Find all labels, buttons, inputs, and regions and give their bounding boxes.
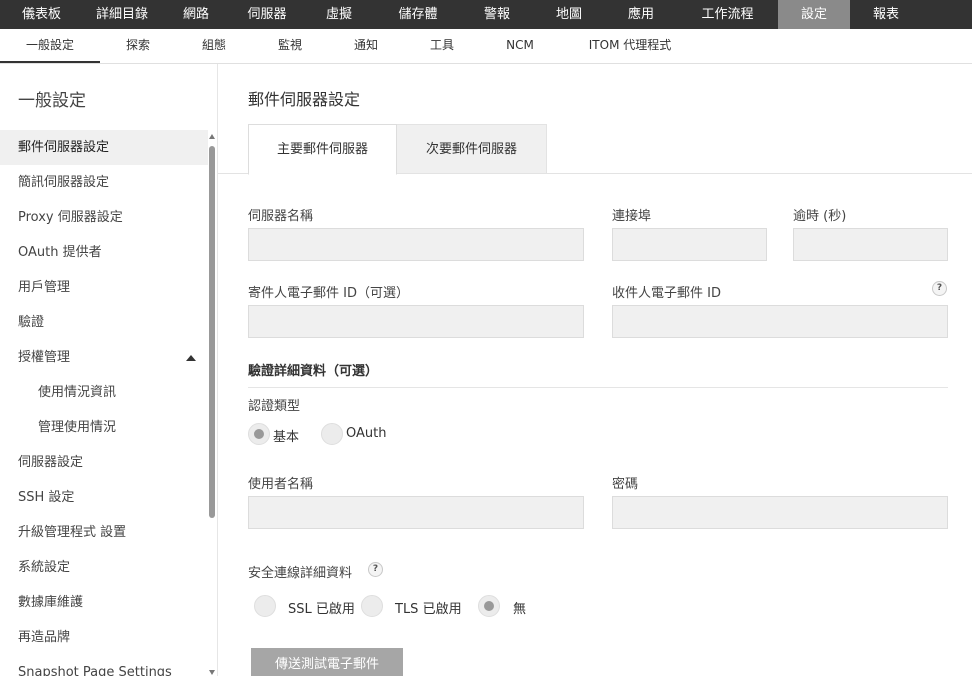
sidebar-item-upgrade-manager[interactable]: 升級管理程式 設置 — [0, 515, 208, 550]
secure-connection-label: 安全連線詳細資料 — [248, 566, 353, 581]
sidebar-item-authentication[interactable]: 驗證 — [0, 305, 208, 340]
subnav-discovery[interactable]: 探索 — [100, 29, 176, 63]
subnav-monitoring[interactable]: 監視 — [252, 29, 328, 63]
scroll-up-icon[interactable] — [209, 134, 215, 139]
tls-enabled-label: TLS 已啟用 — [395, 602, 462, 617]
port-input[interactable] — [612, 228, 767, 261]
top-nav: 儀表板 詳細目錄 網路 伺服器 虛擬 儲存體 警報 地圖 應用 工作流程 設定 … — [0, 0, 972, 29]
sidebar-item-server-settings[interactable]: 伺服器設定 — [0, 445, 208, 480]
scroll-down-icon[interactable] — [209, 670, 215, 675]
tab-secondary-mail-server[interactable]: 次要郵件伺服器 — [397, 124, 547, 174]
nav-apps[interactable]: 應用 — [605, 0, 677, 29]
scrollbar-thumb[interactable] — [209, 146, 215, 518]
sidebar-item-manage-usage[interactable]: 管理使用情況 — [0, 410, 208, 445]
tab-primary-mail-server[interactable]: 主要郵件伺服器 — [248, 124, 397, 175]
none-label: 無 — [513, 602, 527, 617]
sidebar-item-snapshot-page-settings[interactable]: Snapshot Page Settings — [0, 655, 208, 676]
sidebar-item-sms-server[interactable]: 簡訊伺服器設定 — [0, 165, 208, 200]
nav-maps[interactable]: 地圖 — [533, 0, 605, 29]
to-email-input[interactable] — [612, 305, 948, 338]
ssl-enabled-label: SSL 已啟用 — [288, 602, 355, 617]
tls-enabled-radio[interactable] — [361, 595, 383, 617]
sidebar: 一般設定 郵件伺服器設定 簡訊伺服器設定 Proxy 伺服器設定 OAuth 提… — [0, 64, 218, 676]
username-label: 使用者名稱 — [248, 477, 314, 492]
sidebar-item-ssh-settings[interactable]: SSH 設定 — [0, 480, 208, 515]
sidebar-title: 一般設定 — [18, 91, 86, 111]
page-title: 郵件伺服器設定 — [248, 90, 361, 109]
nav-workflow[interactable]: 工作流程 — [677, 0, 778, 29]
subnav-itom-agent[interactable]: ITOM 代理程式 — [560, 29, 700, 63]
sidebar-item-oauth-provider[interactable]: OAuth 提供者 — [0, 235, 208, 270]
password-label: 密碼 — [612, 477, 639, 492]
nav-network[interactable]: 網路 — [161, 0, 231, 29]
timeout-label: 逾時 (秒) — [793, 209, 847, 224]
to-email-label: 收件人電子郵件 ID — [612, 286, 721, 301]
mail-server-tabs: 主要郵件伺服器 次要郵件伺服器 — [218, 124, 972, 175]
none-radio[interactable] — [478, 595, 500, 617]
from-email-input[interactable] — [248, 305, 584, 338]
sidebar-item-database-maintenance[interactable]: 數據庫維護 — [0, 585, 208, 620]
port-label: 連接埠 — [612, 209, 652, 224]
server-name-label: 伺服器名稱 — [248, 209, 314, 224]
sidebar-item-usage-info[interactable]: 使用情況資訊 — [0, 375, 208, 410]
sidebar-item-proxy-server[interactable]: Proxy 伺服器設定 — [0, 200, 208, 235]
sidebar-scrollbar[interactable] — [208, 132, 216, 676]
timeout-input[interactable] — [793, 228, 948, 261]
nav-inventory[interactable]: 詳細目錄 — [83, 0, 161, 29]
sidebar-item-user-management[interactable]: 用戶管理 — [0, 270, 208, 305]
auth-oauth-label: OAuth — [346, 426, 387, 441]
sidebar-item-mail-server[interactable]: 郵件伺服器設定 — [0, 130, 208, 165]
auth-oauth-radio[interactable] — [321, 423, 343, 445]
sidebar-item-label: 授權管理 — [18, 350, 71, 365]
sidebar-item-license-management[interactable]: 授權管理 — [0, 340, 208, 375]
nav-servers[interactable]: 伺服器 — [231, 0, 303, 29]
subnav-ncm[interactable]: NCM — [480, 29, 560, 63]
send-test-email-button[interactable]: 傳送測試電子郵件 — [251, 648, 403, 676]
auth-details-heading: 驗證詳細資料（可選） — [248, 364, 379, 379]
auth-basic-radio[interactable] — [248, 423, 270, 445]
radio-selected-dot — [254, 429, 264, 439]
username-input[interactable] — [248, 496, 584, 529]
nav-storage[interactable]: 儲存體 — [375, 0, 461, 29]
subnav-tools[interactable]: 工具 — [404, 29, 480, 63]
subnav-configuration[interactable]: 組態 — [176, 29, 252, 63]
password-input[interactable] — [612, 496, 948, 529]
section-divider — [248, 387, 948, 388]
ssl-enabled-radio[interactable] — [254, 595, 276, 617]
nav-alarms[interactable]: 警報 — [461, 0, 533, 29]
radio-selected-dot — [484, 601, 494, 611]
sub-nav: 一般設定 探索 組態 監視 通知 工具 NCM ITOM 代理程式 — [0, 29, 972, 64]
auth-type-label: 認證類型 — [248, 399, 301, 414]
main-content: 郵件伺服器設定 主要郵件伺服器 次要郵件伺服器 伺服器名稱 連接埠 逾時 (秒)… — [218, 64, 972, 676]
nav-settings[interactable]: 設定 — [778, 0, 850, 29]
help-icon[interactable]: ? — [932, 281, 947, 296]
subnav-general-settings[interactable]: 一般設定 — [0, 29, 100, 63]
nav-dashboard[interactable]: 儀表板 — [0, 0, 83, 29]
server-name-input[interactable] — [248, 228, 584, 261]
sidebar-item-system-settings[interactable]: 系統設定 — [0, 550, 208, 585]
auth-basic-label: 基本 — [273, 430, 300, 445]
nav-reports[interactable]: 報表 — [850, 0, 922, 29]
help-icon[interactable]: ? — [368, 562, 383, 577]
from-email-label: 寄件人電子郵件 ID（可選） — [248, 286, 409, 301]
subnav-notifications[interactable]: 通知 — [328, 29, 404, 63]
nav-virtual[interactable]: 虛擬 — [303, 0, 375, 29]
collapse-caret-icon[interactable] — [186, 355, 196, 361]
sidebar-item-rebranding[interactable]: 再造品牌 — [0, 620, 208, 655]
